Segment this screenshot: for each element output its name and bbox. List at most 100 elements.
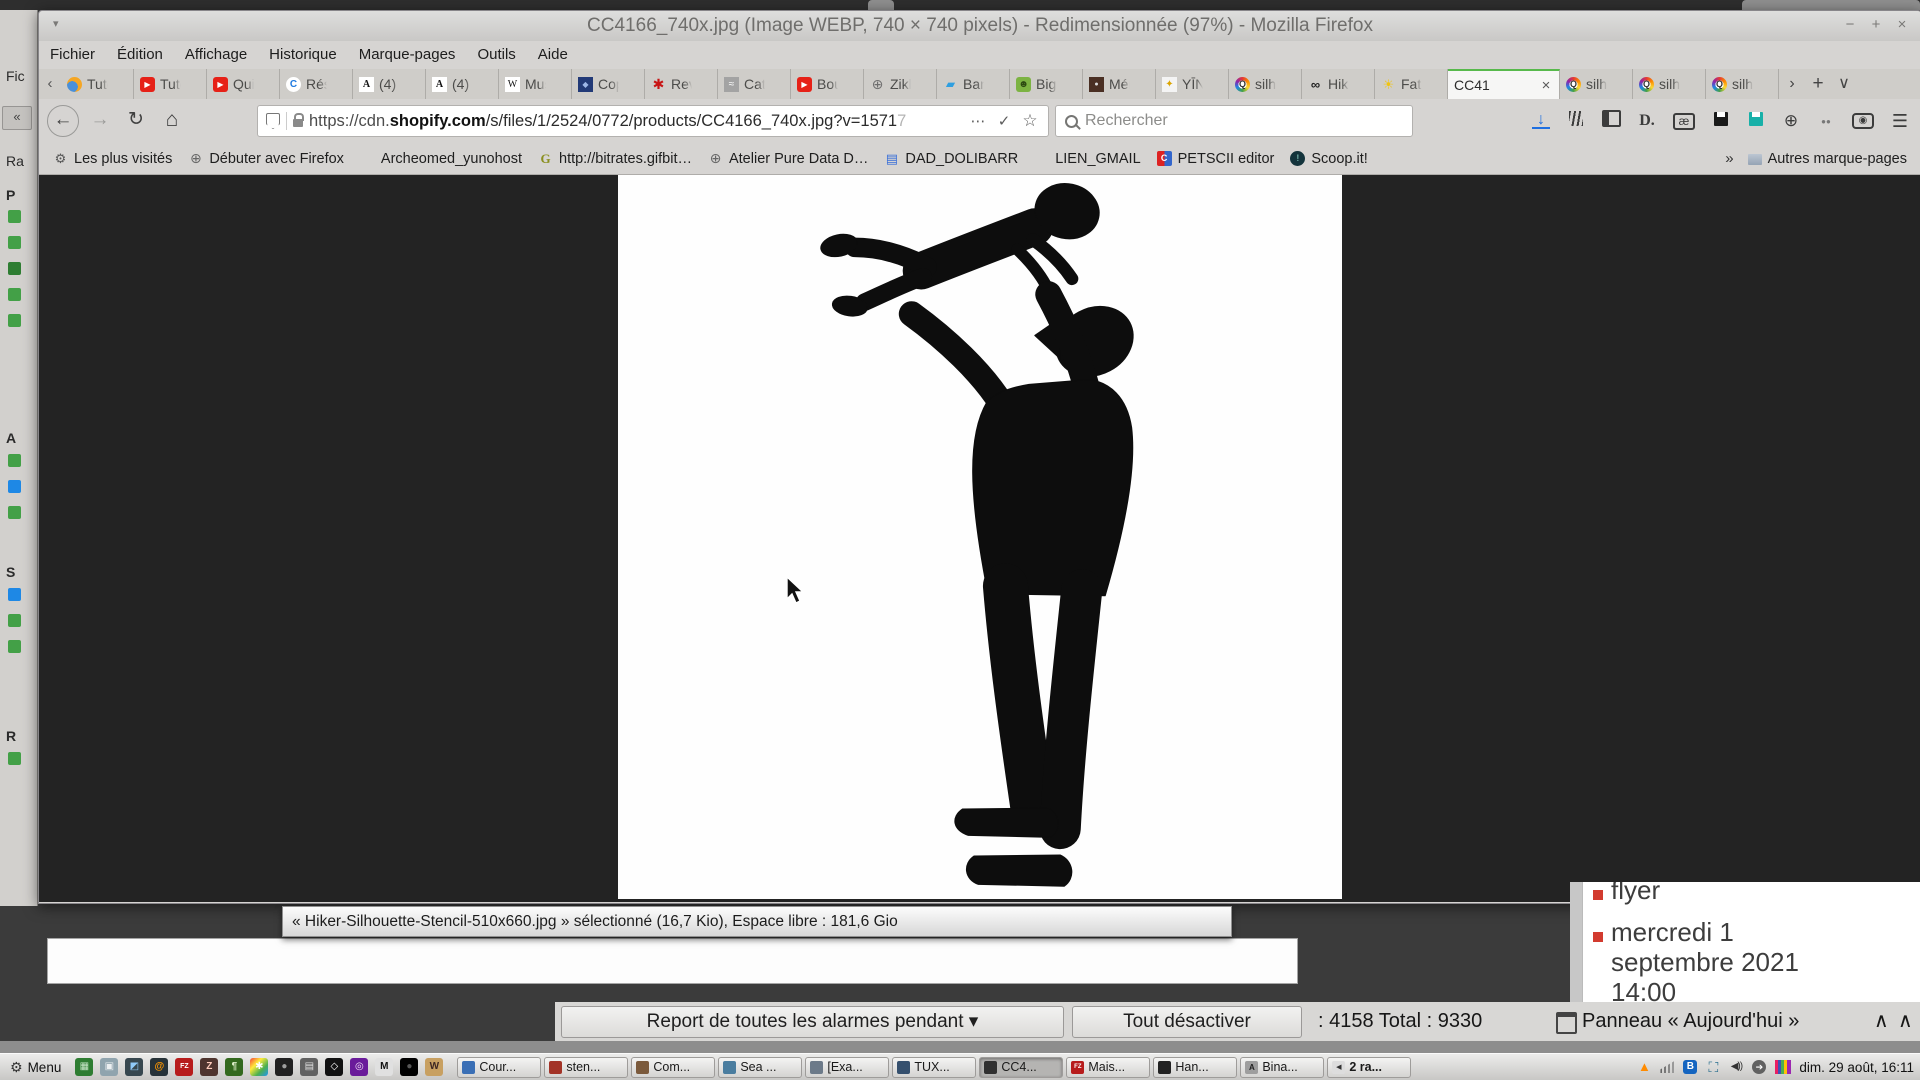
bookmark-item[interactable]: LIEN_GMAIL (1026, 151, 1148, 167)
back-button[interactable]: ← (47, 105, 79, 137)
collapse-button[interactable]: « (2, 106, 32, 130)
hamburger-menu-icon[interactable]: ☰ (1891, 111, 1909, 132)
pocket-shield-icon[interactable]: ✓ (994, 112, 1014, 130)
taskbar-window-button[interactable]: CC4... (979, 1057, 1063, 1078)
close-button[interactable]: × (1889, 11, 1915, 41)
tab-close-icon[interactable]: × (1539, 77, 1553, 94)
tracking-shield-icon[interactable] (266, 113, 280, 129)
tray-icon[interactable]: ◀)) (1729, 1058, 1743, 1076)
forward-button[interactable]: → (85, 106, 115, 136)
launcher-icon[interactable]: ◇ (325, 1058, 343, 1076)
launcher-icon[interactable]: W (425, 1058, 443, 1076)
event-date-line2[interactable]: septembre 2021 (1611, 948, 1799, 977)
tray-icon[interactable]: ⛶ (1706, 1058, 1720, 1076)
menu-item[interactable]: Affichage (174, 41, 258, 69)
new-tab-button[interactable]: + (1805, 69, 1831, 99)
event-date-line1[interactable]: mercredi 1 (1611, 918, 1734, 947)
event-title[interactable]: flyer (1611, 882, 1660, 905)
launcher-icon[interactable]: ▤ (300, 1058, 318, 1076)
tab[interactable]: A (4) ( (426, 69, 499, 99)
tab[interactable]: ≈ Cata (718, 69, 791, 99)
tree-item-icon[interactable] (8, 236, 21, 249)
taskbar-window-button[interactable]: A Bina... (1240, 1057, 1324, 1078)
disable-all-button[interactable]: Tout désactiver (1072, 1006, 1302, 1038)
tray-icon[interactable]: ▲ (1637, 1058, 1651, 1076)
taskbar-window-button[interactable]: Sea ... (718, 1057, 802, 1078)
launcher-icon[interactable]: ▣ (100, 1058, 118, 1076)
launcher-icon[interactable]: ✱ (250, 1058, 268, 1076)
tree-item-icon[interactable] (8, 314, 21, 327)
proxy-icon[interactable]: ●● (1817, 117, 1835, 126)
tab[interactable]: ⊕ Zikl (864, 69, 937, 99)
taskbar-window-button[interactable]: [Exa... (805, 1057, 889, 1078)
menu-item[interactable]: Édition (106, 41, 174, 69)
tab[interactable]: W Mus (499, 69, 572, 99)
launcher-icon[interactable]: Z (200, 1058, 218, 1076)
reload-button[interactable]: ↻ (121, 106, 151, 136)
tab[interactable]: A (4) ( (353, 69, 426, 99)
viewed-image[interactable] (618, 175, 1342, 899)
tree-item-icon[interactable] (8, 262, 21, 275)
save-teal-icon[interactable] (1747, 112, 1765, 131)
downloads-icon[interactable]: ↓ (1532, 113, 1550, 129)
tray-icon[interactable] (1775, 1060, 1791, 1074)
launcher-icon[interactable]: ● (275, 1058, 293, 1076)
tab[interactable]: ▰ Ban (937, 69, 1010, 99)
ae-extension-icon[interactable]: æ (1673, 113, 1695, 130)
taskbar-window-button[interactable]: Han... (1153, 1057, 1237, 1078)
tab[interactable]: CC41 × (1448, 69, 1560, 99)
launcher-icon[interactable]: ◎ (350, 1058, 368, 1076)
tree-item-icon[interactable] (8, 588, 21, 601)
chevron-up-icon[interactable]: ∧ (1898, 1002, 1913, 1041)
launcher-icon[interactable]: M (375, 1058, 393, 1076)
tree-item-icon[interactable] (8, 210, 21, 223)
bookmark-item[interactable]: ⊕ Débuter avec Firefox (180, 151, 352, 167)
taskbar-window-button[interactable]: ◀ 2 ra... (1327, 1057, 1411, 1078)
menu-item[interactable]: Historique (258, 41, 348, 69)
taskbar-window-button[interactable]: sten... (544, 1057, 628, 1078)
tree-item-icon[interactable] (8, 480, 21, 493)
launcher-icon[interactable]: FZ (175, 1058, 193, 1076)
defer-alarms-button[interactable]: Report de toutes les alarmes pendant ▾ (561, 1006, 1064, 1038)
minimize-button[interactable]: − (1837, 11, 1863, 41)
titlebar[interactable]: ▾ CC4166_740x.jpg (Image WEBP, 740 × 740… (39, 11, 1920, 42)
launcher-icon[interactable]: ● (400, 1058, 418, 1076)
tab[interactable]: ✦ YĪN (1156, 69, 1229, 99)
tab[interactable]: ✱ Rev (645, 69, 718, 99)
bookmark-item[interactable]: C PETSCII editor (1149, 151, 1283, 167)
tab-scroll-right-icon[interactable]: › (1779, 69, 1805, 99)
applications-menu-button[interactable]: ⚙ Menu (4, 1059, 67, 1076)
search-bar[interactable]: Rechercher (1055, 105, 1413, 137)
tree-item-icon[interactable] (8, 752, 21, 765)
tab[interactable]: Q silho (1229, 69, 1302, 99)
save-icon[interactable] (1712, 112, 1730, 131)
launcher-icon[interactable]: @ (150, 1058, 168, 1076)
launcher-icon[interactable]: ◩ (125, 1058, 143, 1076)
bookmark-item[interactable]: Archeomed_yunohost (352, 151, 530, 167)
calendar-scrollbar[interactable] (1570, 882, 1582, 1002)
home-button[interactable]: ⌂ (157, 106, 187, 136)
tab[interactable]: Q silho (1560, 69, 1633, 99)
browser-viewport[interactable] (39, 175, 1920, 902)
tray-icon[interactable]: ➔ (1752, 1060, 1766, 1074)
launcher-icon[interactable]: ¶ (225, 1058, 243, 1076)
page-archive-icon[interactable]: ⊕ (1782, 111, 1800, 131)
taskbar-window-button[interactable]: TUX... (892, 1057, 976, 1078)
tab[interactable]: ☀ Fath (1375, 69, 1448, 99)
menu-item[interactable]: Fichier (39, 41, 106, 69)
tab[interactable]: ▶ Bou (791, 69, 864, 99)
bookmark-item[interactable]: G http://bitrates.gifbit… (530, 151, 700, 167)
tab[interactable]: Tuto (61, 69, 134, 99)
menu-item[interactable]: Aide (527, 41, 579, 69)
bookmark-star-icon[interactable]: ☆ (1020, 111, 1040, 131)
tree-item-icon[interactable] (8, 506, 21, 519)
tree-item-icon[interactable] (8, 614, 21, 627)
bookmarks-overflow-icon[interactable]: » (1719, 150, 1739, 167)
bookmark-item[interactable]: ▤ DAD_DOLIBARR (876, 151, 1026, 167)
tray-icon[interactable]: B (1683, 1060, 1697, 1074)
other-bookmarks[interactable]: Autres marque-pages (1740, 151, 1915, 167)
menu-item[interactable]: Outils (466, 41, 526, 69)
tab-scroll-left-icon[interactable]: ‹ (39, 69, 61, 99)
tab[interactable]: ▶ Tuto (134, 69, 207, 99)
tab[interactable]: C Rés (280, 69, 353, 99)
